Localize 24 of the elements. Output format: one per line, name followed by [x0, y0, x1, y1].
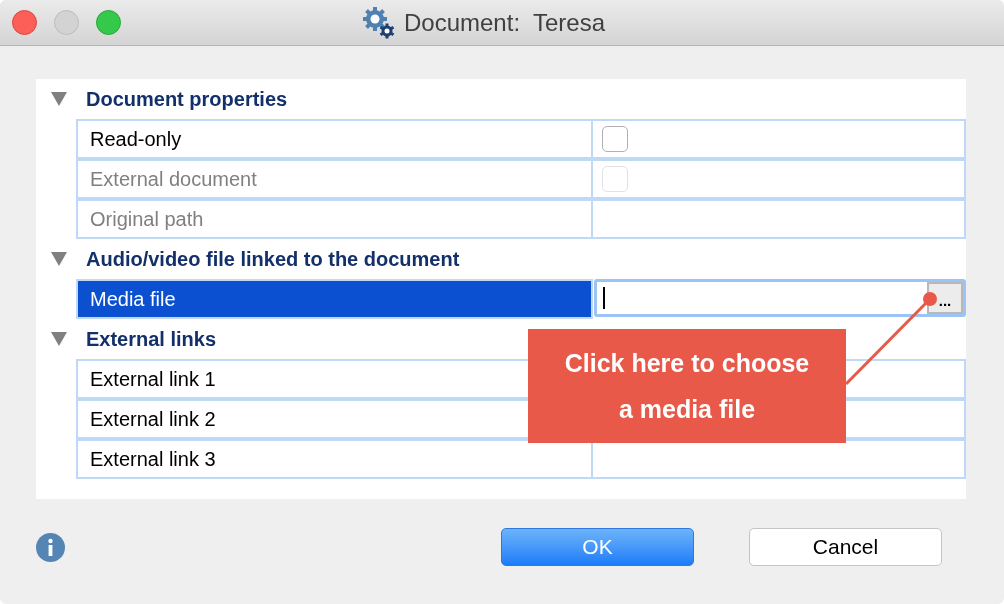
- disclosure-triangle[interactable]: [50, 252, 68, 266]
- zoom-button[interactable]: [96, 10, 121, 35]
- media-file-field[interactable]: ...: [594, 279, 966, 317]
- checkbox[interactable]: [602, 126, 628, 152]
- cancel-button[interactable]: Cancel: [749, 528, 942, 566]
- section-heading: Audio/video file linked to the document: [86, 247, 460, 272]
- property-value[interactable]: [593, 199, 966, 239]
- property-label[interactable]: External link 3: [76, 439, 593, 479]
- gears-icon: [362, 6, 396, 40]
- close-button[interactable]: [12, 10, 37, 35]
- property-label[interactable]: Read-only: [76, 119, 593, 159]
- section-heading: External links: [86, 327, 217, 352]
- window-title: Document: Teresa: [404, 8, 605, 38]
- info-icon[interactable]: [36, 532, 65, 562]
- property-value[interactable]: [593, 119, 966, 159]
- disclosure-triangle[interactable]: [50, 92, 68, 106]
- property-value[interactable]: [593, 159, 966, 199]
- disclosure-triangle[interactable]: [50, 332, 68, 346]
- minimize-button[interactable]: [54, 10, 79, 35]
- property-label[interactable]: Media file: [76, 279, 593, 319]
- text-cursor: [603, 287, 605, 309]
- property-value[interactable]: [593, 439, 966, 479]
- section-heading: Document properties: [86, 87, 288, 112]
- callout-tooltip: Click here to choose a media file: [528, 329, 846, 443]
